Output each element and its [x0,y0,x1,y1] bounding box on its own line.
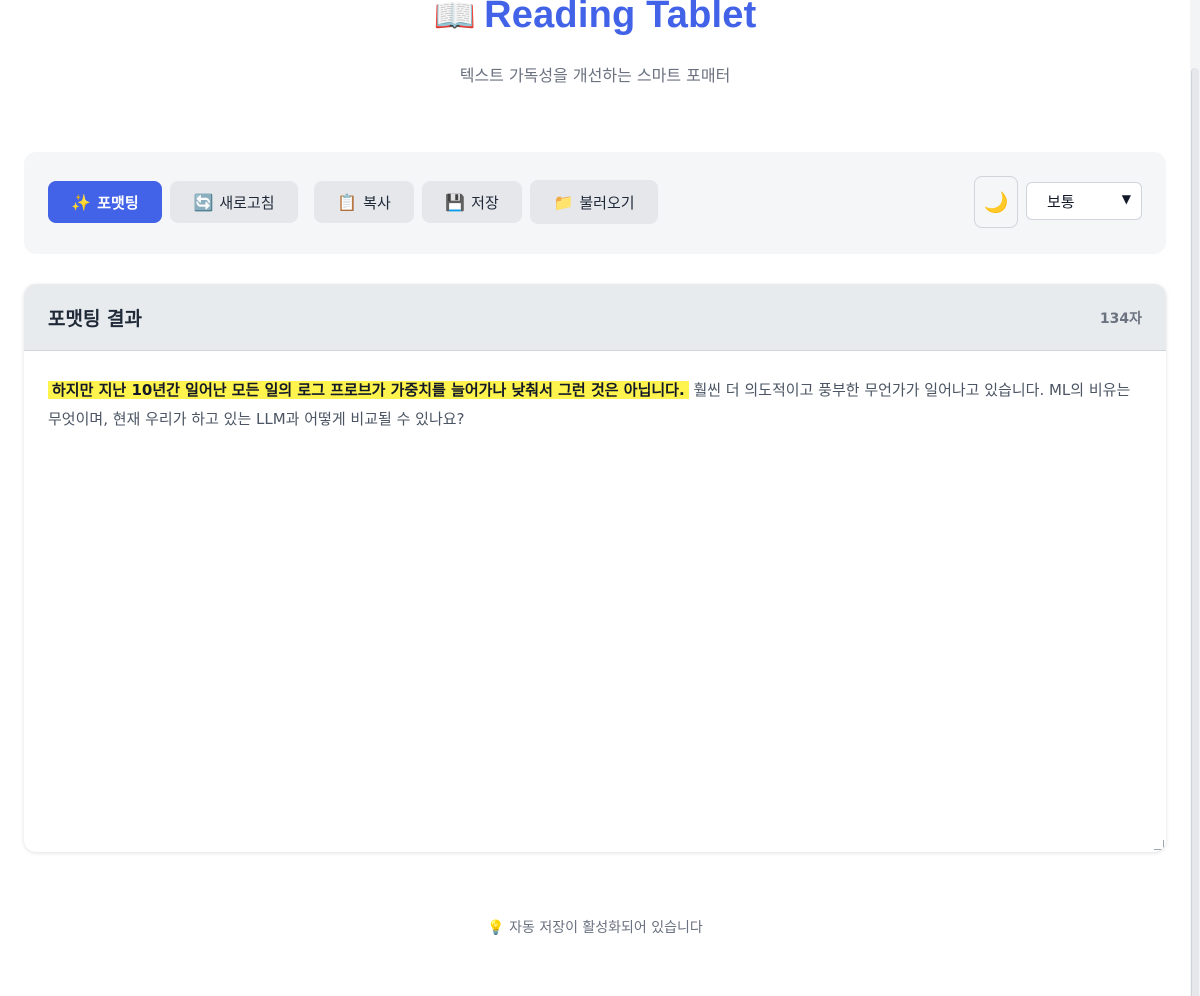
char-count: 134자 [1099,311,1142,327]
load-button-label: 불러오기 [579,193,635,212]
toolbar: ✨ 포맷팅 🔄 새로고침 📋 복사 💾 저장 📁 불러오기 🌙 보통 ▼ [24,152,1166,254]
lightbulb-icon: 💡 [487,920,505,936]
sparkles-icon: ✨ [71,192,92,212]
result-title: 포맷팅 결과 [48,308,143,330]
text-size-selected: 보통 [1047,192,1075,211]
floppy-disk-icon: 💾 [445,192,466,212]
result-header: 포맷팅 결과 134자 [24,284,1166,351]
clipboard-icon: 📋 [337,192,358,212]
result-text-area[interactable]: 하지만 지난 10년간 일어난 모든 일의 로그 프로브가 가중치를 늘어가나 … [48,376,1142,434]
resize-handle[interactable] [1154,840,1164,850]
app-title-text: Reading Tablet [484,0,757,36]
load-button[interactable]: 📁 불러오기 [530,180,658,224]
scrollbar-track[interactable] [1190,0,1200,996]
copy-button[interactable]: 📋 복사 [314,181,414,223]
app-title: 📖 Reading Tablet [0,0,1190,37]
book-icon: 📖 [433,0,477,35]
autosave-status-text: 자동 저장이 활성화되어 있습니다 [509,920,703,936]
refresh-button[interactable]: 🔄 새로고침 [170,181,298,223]
page: 📖 Reading Tablet 텍스트 가독성을 개선하는 스마트 포매터 ✨ … [0,0,1190,996]
copy-button-label: 복사 [363,193,391,212]
format-button[interactable]: ✨ 포맷팅 [48,181,162,223]
result-panel: 포맷팅 결과 134자 하지만 지난 10년간 일어난 모든 일의 로그 프로브… [24,284,1166,852]
text-size-select[interactable]: 보통 ▼ [1026,182,1142,220]
moon-icon: 🌙 [983,190,1009,214]
save-button-label: 저장 [471,193,499,212]
save-button[interactable]: 💾 저장 [422,181,522,223]
theme-toggle-button[interactable]: 🌙 [974,176,1018,228]
app-subtitle: 텍스트 가독성을 개선하는 스마트 포매터 [459,66,731,85]
refresh-icon: 🔄 [193,192,214,212]
chevron-down-icon: ▼ [1121,192,1131,206]
autosave-status: 💡 자동 저장이 활성화되어 있습니다 [0,917,1190,937]
refresh-button-label: 새로고침 [219,193,275,212]
scrollbar-thumb[interactable] [1191,68,1199,996]
format-button-label: 포맷팅 [97,193,139,212]
folder-icon: 📁 [553,192,574,212]
highlighted-sentence: 하지만 지난 10년간 일어난 모든 일의 로그 프로브가 가중치를 늘어가나 … [48,381,689,399]
